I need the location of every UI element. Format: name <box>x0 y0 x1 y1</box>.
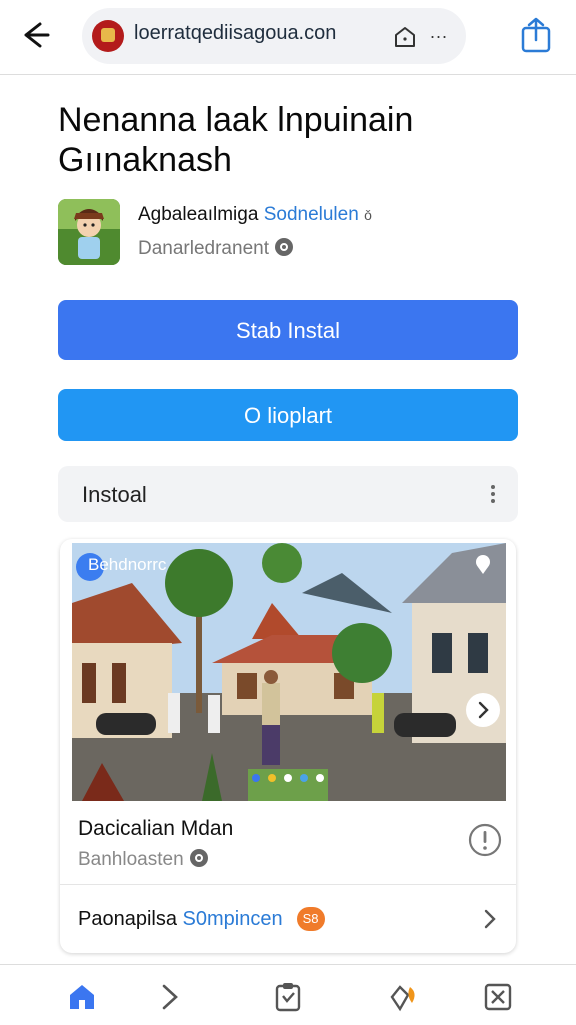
app-icon <box>58 199 120 265</box>
chevron-right-icon[interactable] <box>482 907 498 931</box>
card-subtitle-text: Banhloasten <box>78 849 184 870</box>
card-subtitle: Banhloasten <box>78 849 208 871</box>
app-name-link[interactable]: Sodnelulen <box>264 204 359 225</box>
browser-toolbar: loerratqediisagoua.con ... <box>0 0 576 75</box>
home-outline-icon[interactable] <box>392 24 418 50</box>
clipboard-icon[interactable] <box>272 981 304 1013</box>
content-card[interactable]: Behdnorrc Dacicalian Mdan Banhloasten Pa… <box>60 539 516 953</box>
url-text[interactable]: loerratqediisagoua.con <box>134 22 336 45</box>
footer-label: Paonapilsa <box>78 908 177 930</box>
developer-line: Danarledranent <box>138 238 293 260</box>
count-badge: S8 <box>296 907 325 931</box>
arrow-left-icon[interactable] <box>18 18 52 52</box>
village-photo[interactable]: Behdnorrc <box>72 543 506 801</box>
verified-badge-icon <box>274 238 293 256</box>
share-icon[interactable] <box>518 16 554 54</box>
developer-name[interactable]: Danarledranent <box>138 238 269 259</box>
card-footer-text: Paonapilsa S0mpincen S8 <box>78 907 325 931</box>
photo-tag: Behdnorrc <box>88 555 167 574</box>
notification-icon[interactable] <box>386 981 418 1013</box>
address-bar[interactable]: loerratqediisagoua.con ... <box>82 8 466 64</box>
app-name-suffix: ǒ <box>364 207 372 223</box>
kebab-menu-icon[interactable] <box>490 484 496 504</box>
app-name-line: Agbaleaılmiga Sodnelulen ǒ <box>138 204 372 226</box>
bottom-navigation <box>0 964 576 1025</box>
pin-icon[interactable] <box>472 553 494 575</box>
secondary-button[interactable]: O lioplart <box>58 389 518 441</box>
primary-install-button[interactable]: Stab Instal <box>58 300 518 360</box>
card-footer-row[interactable]: Paonapilsa S0mpincen S8 <box>60 885 516 953</box>
install-row[interactable]: Instoal <box>58 466 518 522</box>
app-name: Agbaleaılmiga <box>138 204 259 225</box>
next-image-button[interactable] <box>466 693 500 727</box>
page-title: Nenanna Ɩaak lnpuinain Gıınaknash <box>58 101 414 179</box>
carousel-dots[interactable] <box>248 773 328 783</box>
card-title: Dacicalian Mdan <box>78 817 234 840</box>
home-icon[interactable] <box>66 981 98 1013</box>
close-box-icon[interactable] <box>482 981 514 1013</box>
footer-link[interactable]: S0mpincen <box>183 908 283 930</box>
alert-icon[interactable] <box>468 823 502 857</box>
site-favicon <box>92 20 124 52</box>
more-dots-icon[interactable]: ... <box>430 22 448 43</box>
install-label: Instoal <box>82 482 147 507</box>
forward-icon[interactable] <box>154 981 186 1013</box>
verified-badge-icon <box>189 849 208 867</box>
